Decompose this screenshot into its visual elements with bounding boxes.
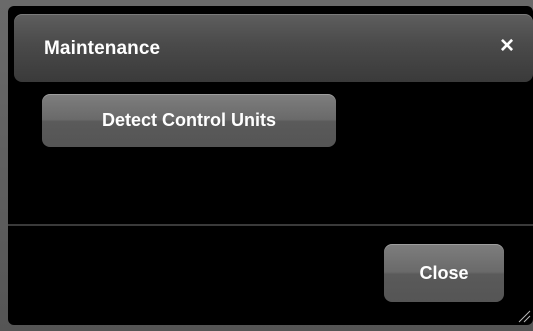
close-icon[interactable]: × xyxy=(493,32,521,60)
resize-grip-icon[interactable] xyxy=(517,309,531,323)
dialog-title: Maintenance xyxy=(44,38,161,59)
footer-divider xyxy=(8,224,533,226)
detect-control-units-button[interactable]: Detect Control Units xyxy=(42,94,336,147)
maintenance-dialog: Maintenance × Detect Control Units Close xyxy=(8,6,533,325)
window-background: Maintenance × Detect Control Units Close xyxy=(0,0,533,331)
dialog-titlebar: Maintenance × xyxy=(14,14,533,82)
close-button[interactable]: Close xyxy=(384,244,504,302)
